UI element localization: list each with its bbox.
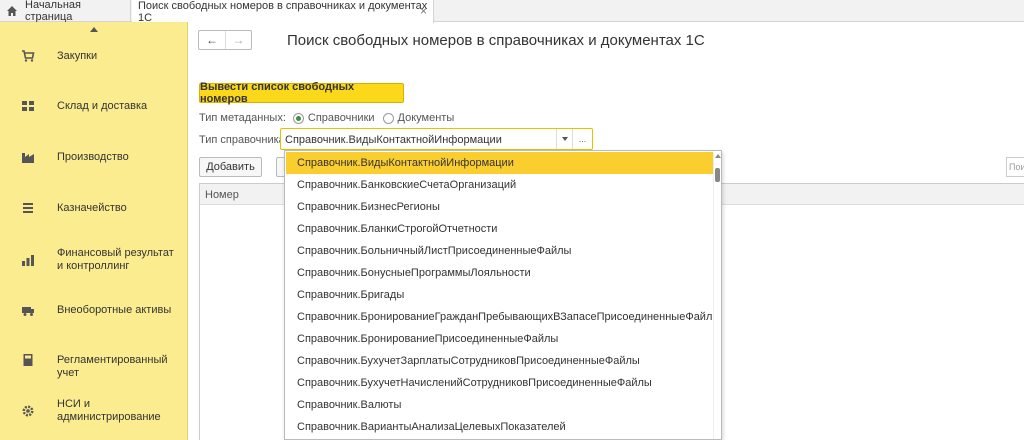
list-item[interactable]: Справочник.БронированиеПрисоединенныеФай… [286,328,714,350]
scroll-up-icon[interactable] [715,154,721,158]
catalog-type-field[interactable]: Справочник.ВидыКонтактнойИнформации ... [280,128,593,150]
radio-catalogs[interactable] [292,112,304,124]
dropdown-button[interactable] [556,129,572,149]
close-icon[interactable]: × [420,4,427,18]
assets-icon [21,303,35,317]
list-item[interactable]: Справочник.БухучетНачисленийСотрудниковП… [286,372,714,394]
sidebar-item-warehouse[interactable]: Склад и доставка [0,98,188,114]
tab-bar: Начальная страница Поиск свободных номер… [0,0,1024,24]
dropdown-scrollbar[interactable] [713,151,721,439]
treasury-icon [21,201,35,215]
tab-home[interactable]: Начальная страница [0,0,131,23]
chevron-up-icon [90,26,98,32]
list-item[interactable]: Справочник.Валюты [286,394,714,416]
catalog-type-value: Справочник.ВидыКонтактнойИнформации [285,134,502,146]
back-button[interactable]: ← [199,31,225,49]
list-item[interactable]: Справочник.ВидыКонтактнойИнформации [286,152,714,174]
catalog-type-dropdown-list: Справочник.ВидыКонтактнойИнформации Спра… [284,150,722,440]
sidebar-item-label: Внеоборотные активы [57,304,172,316]
sidebar-item-label: Финансовый результат и контроллинг [57,247,174,272]
sidebar-item-purchases[interactable]: Закупки [0,48,188,64]
radio-documents-label[interactable]: Документы [398,112,455,124]
metadata-type-label: Тип метаданных: [199,112,286,124]
radio-catalogs-label[interactable]: Справочники [308,112,375,124]
tab-home-label: Начальная страница [25,0,81,23]
sidebar-item-fixed-assets[interactable]: Внеоборотные активы [0,302,188,318]
list-item[interactable]: Справочник.БизнесРегионы [286,196,714,218]
factory-icon [21,150,35,164]
search-input[interactable]: Пои [1006,157,1024,177]
list-item[interactable]: Справочник.ВариантыАнализаЦелевыхПоказат… [286,416,714,438]
sidebar-item-treasury[interactable]: Казначейство [0,200,188,216]
tab-active-label: Поиск свободных номеров в справочниках и… [138,0,428,24]
sidebar-item-production[interactable]: Производство [0,149,188,165]
gear-icon [21,404,35,418]
sidebar-item-regulated-accounting[interactable]: Регламентированный учет [0,352,188,379]
list-item[interactable]: Справочник.БанковскиеСчетаОрганизаций [286,174,714,196]
list-item[interactable]: Справочник.БухучетЗарплатыСотрудниковПри… [286,350,714,372]
sidebar-item-financial-result[interactable]: Финансовый результат и контроллинг [0,246,188,274]
history-navigation: ← → [198,30,252,50]
chevron-down-icon [561,137,568,141]
sidebar-item-label: Закупки [57,50,98,62]
cart-icon [21,49,35,63]
warehouse-icon [21,99,35,113]
chart-icon [21,253,35,267]
metadata-type-row: Тип метаданных: Справочники Документы [199,111,454,125]
select-more-button[interactable]: ... [572,129,592,149]
sidebar-scroll-up-button[interactable] [0,22,188,36]
sidebar-item-label: НСИ и администрирование [57,398,161,423]
list-item[interactable]: Справочник.БронированиеГражданПребывающи… [286,306,720,328]
calculator-icon [21,353,35,367]
tab-search-free-numbers[interactable]: Поиск свободных номеров в справочниках и… [132,0,434,24]
toolbar-button-partial[interactable] [276,157,284,177]
sidebar-item-label: Казначейство [57,202,127,214]
sidebar: Закупки Склад и доставка Производство Ка… [0,22,188,440]
forward-button[interactable]: → [224,31,251,49]
list-free-numbers-button[interactable]: Вывести список свободных номеров [199,81,404,105]
catalog-type-label: Тип справочника: [199,134,288,146]
list-item[interactable]: Справочник.БонусныеПрограммыЛояльности [286,262,714,284]
radio-documents[interactable] [382,112,394,124]
add-button[interactable]: Добавить [199,157,262,177]
list-item[interactable]: Справочник.БланкиСтрогойОтчетности [286,218,714,240]
home-icon [6,5,18,17]
page-title: Поиск свободных номеров в справочниках и… [287,32,705,49]
list-item[interactable]: Справочник.БольничныйЛистПрисоединенныеФ… [286,240,714,262]
sidebar-item-label: Производство [57,151,129,163]
sidebar-item-label: Регламентированный учет [57,354,168,379]
list-item[interactable]: Справочник.Бригады [286,284,714,306]
column-header-number[interactable]: Номер [205,189,239,201]
sidebar-item-admin[interactable]: НСИ и администрирование [0,397,188,425]
sidebar-item-label: Склад и доставка [57,100,148,112]
scrollbar-thumb[interactable] [715,168,720,182]
